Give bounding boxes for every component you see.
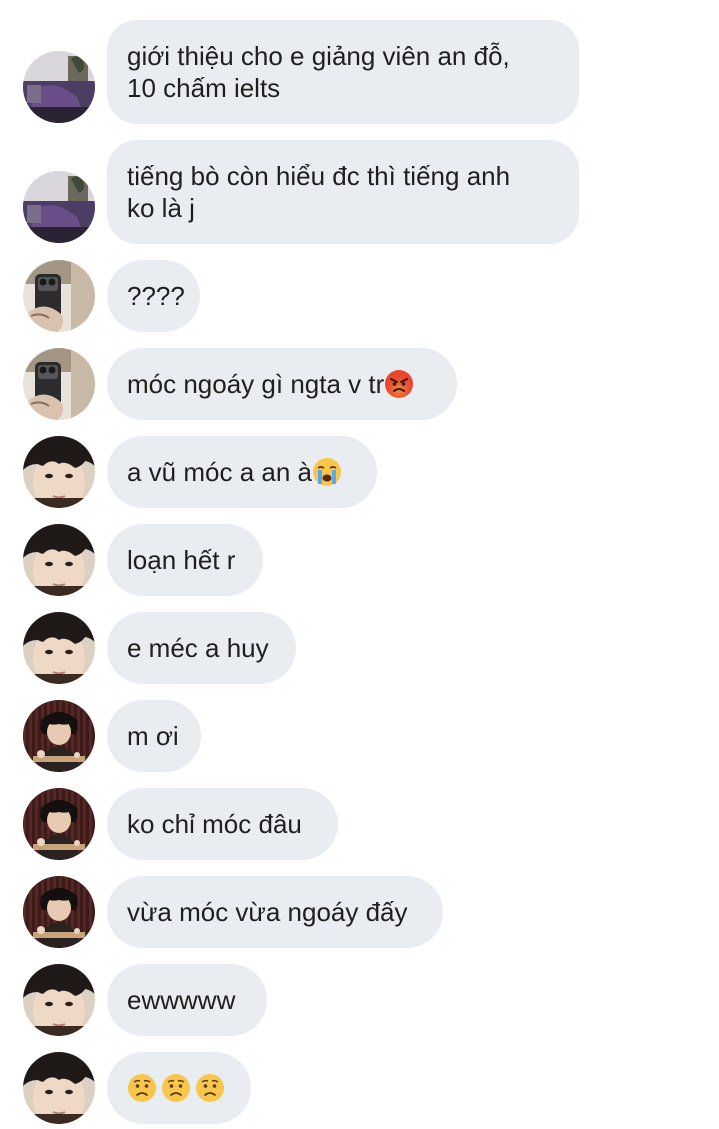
avatar[interactable] <box>23 876 95 948</box>
message-text: ???? <box>127 281 185 311</box>
message-bubble[interactable]: giới thiệu cho e giảng viên an đỗ, 10 ch… <box>107 20 579 124</box>
message-bubble[interactable]: a vũ móc a an à <box>107 436 377 508</box>
avatar[interactable] <box>23 51 95 123</box>
message-text: tiếng bò còn hiểu đc thì tiếng anh <box>127 161 511 191</box>
avatar[interactable] <box>23 171 95 243</box>
loudly-crying-face-icon <box>312 457 342 487</box>
avatar[interactable] <box>23 436 95 508</box>
message-text: loạn hết r <box>127 545 236 575</box>
message-text: ko là j <box>127 193 195 223</box>
avatar[interactable] <box>23 524 95 596</box>
message-text: a vũ móc a an à <box>127 457 312 487</box>
message-bubble[interactable]: ewwwww <box>107 964 267 1036</box>
avatar[interactable] <box>23 612 95 684</box>
message-text: e méc a huy <box>127 633 269 663</box>
worried-face-icon <box>127 1073 157 1103</box>
message-text: móc ngoáy gì ngta v tr <box>127 369 385 399</box>
message-bubble[interactable]: tiếng bò còn hiểu đc thì tiếng anh ko là… <box>107 140 579 244</box>
message-bubble[interactable]: e méc a huy <box>107 612 296 684</box>
worried-face-icon <box>161 1073 191 1103</box>
message-bubble[interactable]: m ơi <box>107 700 201 772</box>
avatar[interactable] <box>23 260 95 332</box>
avatar[interactable] <box>23 788 95 860</box>
avatar[interactable] <box>23 700 95 772</box>
message-text: vừa móc vừa ngoáy đấy <box>127 897 408 927</box>
message-bubble[interactable]: ???? <box>107 260 200 332</box>
message-text: m ơi <box>127 721 179 751</box>
message-bubble[interactable]: móc ngoáy gì ngta v tr <box>107 348 457 420</box>
angry-face-icon <box>384 369 414 399</box>
message-text: 10 chấm ielts <box>127 73 281 103</box>
avatar[interactable] <box>23 1052 95 1124</box>
message-text: ko chỉ móc đâu <box>127 809 302 839</box>
message-bubble[interactable] <box>107 1052 251 1124</box>
avatar[interactable] <box>23 964 95 1036</box>
message-bubble[interactable]: loạn hết r <box>107 524 263 596</box>
message-text: ewwwww <box>127 985 236 1015</box>
message-text: giới thiệu cho e giảng viên an đỗ, <box>127 41 510 71</box>
avatar[interactable] <box>23 348 95 420</box>
message-bubble[interactable]: vừa móc vừa ngoáy đấy <box>107 876 443 948</box>
message-bubble[interactable]: ko chỉ móc đâu <box>107 788 338 860</box>
worried-face-icon <box>195 1073 225 1103</box>
